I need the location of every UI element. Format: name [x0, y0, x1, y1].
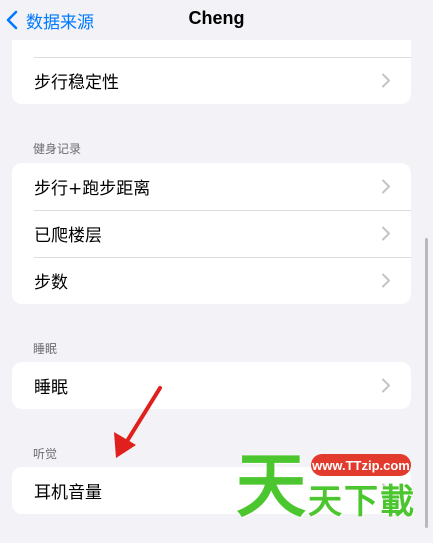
site-watermark: 天 天 下 載 www.TTzip.com — [236, 446, 416, 528]
watermark-big-char: 天 — [236, 445, 306, 527]
list-item-label: 步行+跑步距离 — [34, 179, 151, 199]
list-item-label: 已爬楼层 — [34, 226, 102, 246]
list-item-label: 睡眠 — [34, 378, 68, 398]
section-header-sleep: 睡眠 — [33, 342, 58, 356]
page-title: Cheng — [188, 8, 245, 28]
section-header-fitness: 健身记录 — [33, 142, 82, 156]
watermark-char: 下 — [344, 482, 378, 522]
list-item-walking-running-distance[interactable]: 步行+跑步距离 — [12, 163, 411, 210]
chevron-right-icon — [381, 378, 391, 393]
list-item-flights-climbed[interactable]: 已爬楼层 — [12, 210, 411, 257]
fitness-card: 步行+跑步距离 已爬楼层 步数 — [12, 163, 411, 304]
section-header-hearing: 听觉 — [33, 447, 58, 461]
divider — [34, 57, 411, 58]
chevron-right-icon — [381, 226, 391, 241]
scrollbar[interactable] — [425, 238, 428, 528]
list-item-label: 步数 — [34, 273, 68, 293]
list-item-sleep[interactable]: 睡眠 — [12, 362, 411, 409]
health-data-source-screen: 数据来源 Cheng 步行稳定性 健身记录 步行+跑步距离 已爬楼层 步数 睡眠… — [0, 0, 433, 543]
watermark-char: 載 — [380, 482, 414, 522]
divider — [34, 257, 411, 258]
chevron-right-icon — [381, 73, 391, 88]
list-item-steps[interactable]: 步数 — [12, 257, 411, 304]
list-item-walking-steadiness[interactable]: 步行稳定性 — [12, 57, 411, 104]
list-item-label: 耳机音量 — [34, 483, 102, 503]
list-item-label: 步行稳定性 — [34, 73, 119, 93]
navigation-bar: 数据来源 Cheng — [0, 0, 433, 40]
watermark-url-badge: www.TTzip.com — [311, 454, 411, 476]
watermark-char: 天 — [308, 482, 342, 522]
chevron-right-icon — [381, 179, 391, 194]
chevron-right-icon — [381, 273, 391, 288]
divider — [34, 210, 411, 211]
sleep-card: 睡眠 — [12, 362, 411, 409]
